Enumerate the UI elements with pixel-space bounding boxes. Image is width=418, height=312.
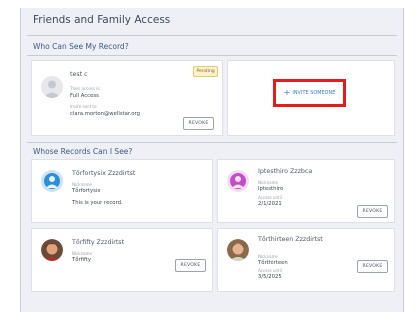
avatar-photo	[227, 239, 249, 261]
person-name: Iptesthiro Zzzbca	[258, 168, 313, 175]
access-until-label: Access until	[258, 268, 282, 273]
nickname-label: Nickname	[72, 182, 92, 187]
section-divider	[27, 55, 397, 56]
page-title: Friends and Family Access	[33, 14, 171, 26]
access-label: Their access is:	[70, 86, 101, 91]
section-title-whose-records: Whose Records Can I See?	[33, 147, 133, 156]
access-value: Full Access	[70, 93, 99, 99]
nickname-label: Nickname	[72, 251, 92, 256]
nickname-label: Nickname	[258, 254, 278, 259]
invite-sent-label: Invite sent to:	[70, 104, 98, 109]
avatar-photo	[41, 239, 63, 261]
plus-icon: +	[283, 88, 291, 97]
access-until-label: Access until	[258, 195, 282, 200]
invite-someone-highlight[interactable]: + INVITE SOMEONE	[273, 79, 346, 107]
shared-access-card: test c Pending Their access is: Full Acc…	[31, 60, 223, 136]
record-card[interactable]: Tőrfortysix Zzzdirtst Nickname Tőrfortys…	[31, 159, 213, 223]
default-avatar-icon	[41, 76, 63, 98]
person-name: Tőrthirteen Zzzdirtst	[258, 236, 323, 243]
nickname-label: Nickname	[258, 180, 278, 185]
avatar-icon	[227, 170, 249, 192]
person-name: Tőrfifty Zzzdirtst	[72, 239, 125, 246]
access-until-value: 3/5/2025	[258, 274, 282, 280]
revoke-button[interactable]: REVOKE	[357, 260, 388, 273]
access-until-value: 2/1/2021	[258, 201, 282, 207]
avatar-icon	[41, 170, 63, 192]
record-card[interactable]: Tőrthirteen Zzzdirtst Nickname Tőrthirte…	[217, 228, 395, 292]
person-name: Tőrfortysix Zzzdirtst	[72, 170, 136, 177]
record-card[interactable]: Tőrfifty Zzzdirtst Nickname Tőrfifty REV…	[31, 228, 213, 292]
nickname-value: Tőrfortysix	[72, 188, 101, 194]
record-card[interactable]: Iptesthiro Zzzbca Nickname Iptesthiro Ac…	[217, 159, 395, 223]
revoke-button[interactable]: REVOKE	[357, 205, 388, 218]
revoke-button[interactable]: REVOKE	[183, 117, 214, 130]
nickname-value: Tőrthirteen	[258, 260, 288, 266]
person-name: test c	[70, 71, 88, 78]
invite-someone-link[interactable]: INVITE SOMEONE	[292, 91, 335, 96]
section-title-who-can-see: Who Can See My Record?	[33, 42, 129, 51]
record-note: This is your record.	[72, 200, 123, 206]
header-divider	[27, 35, 397, 36]
invite-email: clara.morton@wellstar.org	[70, 111, 140, 117]
app-frame: Friends and Family Access Who Can See My…	[20, 8, 404, 312]
nickname-value: Iptesthiro	[258, 186, 284, 192]
status-badge: Pending	[193, 66, 218, 77]
section-divider	[27, 142, 397, 143]
revoke-button[interactable]: REVOKE	[175, 259, 206, 272]
nickname-value: Tőrfifty	[72, 257, 91, 263]
